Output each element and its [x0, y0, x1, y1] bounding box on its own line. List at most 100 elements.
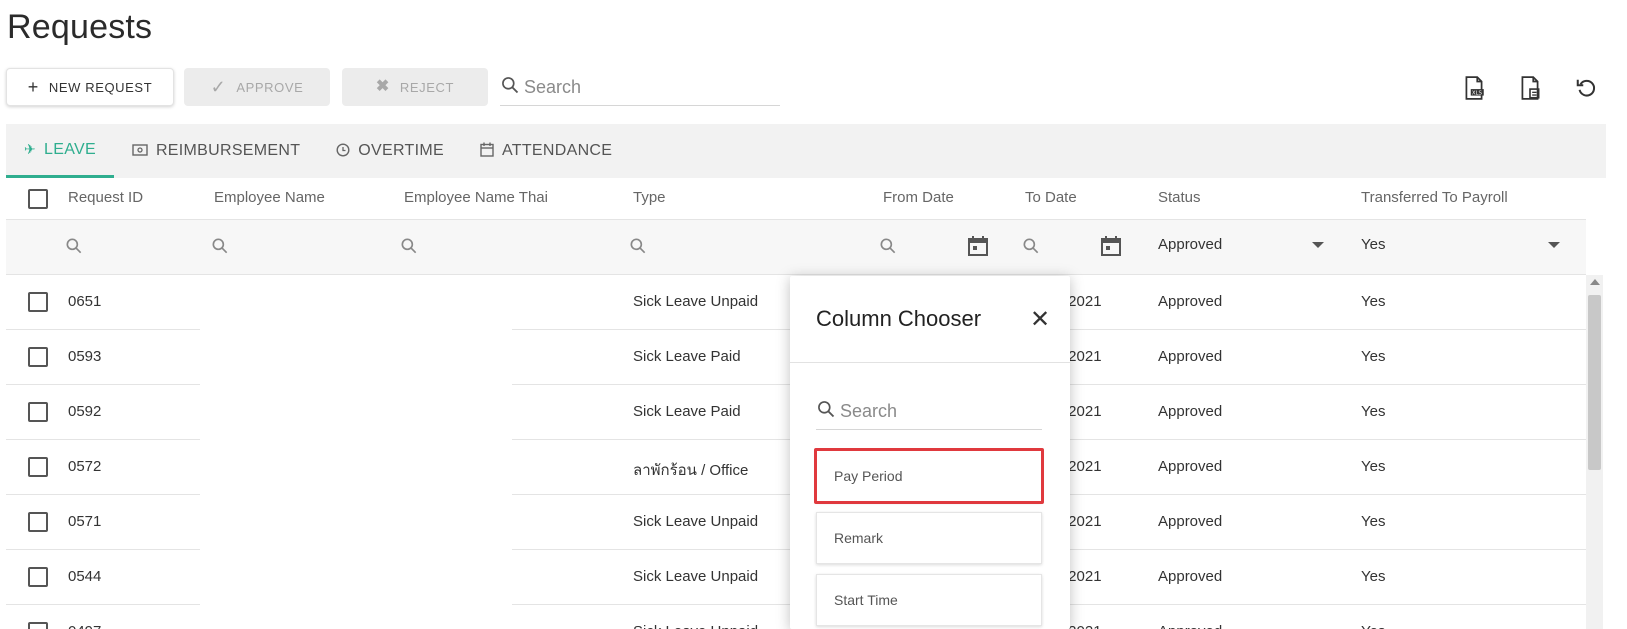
column-header-type[interactable]: Type	[633, 189, 666, 206]
cell-request-id: 0592	[68, 403, 102, 420]
cell-type: Sick Leave Unpaid	[633, 293, 759, 310]
tab-reimbursement-label: REIMBURSEMENT	[155, 142, 301, 159]
scroll-up-arrow[interactable]	[1590, 279, 1600, 285]
new-request-label: NEW REQUEST	[48, 79, 153, 95]
new-request-button[interactable]: + NEW REQUEST	[6, 68, 174, 106]
calendar-icon[interactable]	[966, 234, 990, 263]
airplane-icon: ✈	[24, 141, 37, 157]
tab-leave[interactable]: ✈ LEAVE	[6, 124, 114, 178]
x-icon: ✖	[375, 78, 390, 95]
status-filter-dropdown[interactable]: Approved	[1158, 236, 1222, 253]
row-checkbox[interactable]	[28, 512, 48, 532]
page-title: Requests	[7, 8, 153, 46]
search-icon[interactable]	[64, 236, 84, 261]
column-search-input[interactable]	[840, 401, 1030, 422]
column-header-status[interactable]: Status	[1158, 189, 1201, 206]
row-checkbox[interactable]	[28, 347, 48, 367]
calendar-icon[interactable]	[1099, 234, 1123, 263]
scroll-thumb[interactable]	[1588, 295, 1601, 470]
column-header-transferred[interactable]: Transferred To Payroll	[1361, 189, 1508, 206]
cell-request-id: 0497	[68, 623, 101, 629]
export-pdf-icon[interactable]	[1516, 74, 1544, 102]
clock-icon	[336, 142, 350, 160]
search-icon[interactable]	[628, 236, 648, 261]
column-item-remark[interactable]: Remark	[816, 512, 1042, 564]
search-box	[500, 70, 780, 106]
column-chooser-title: Column Chooser	[816, 306, 982, 331]
plus-icon: +	[27, 77, 39, 97]
cell-request-id: 0651	[68, 293, 102, 310]
column-header-employee-name-thai[interactable]: Employee Name Thai	[404, 189, 548, 206]
cell-type: Sick Leave Unpaid	[633, 513, 759, 530]
search-icon[interactable]	[1021, 236, 1041, 261]
cell-status: Approved	[1158, 403, 1223, 420]
divider	[790, 362, 1070, 363]
cell-type: Sick Leave Unpaid	[633, 568, 759, 585]
cell-type: Sick Leave Paid	[633, 348, 741, 365]
cell-type: Sick Leave Paid	[633, 403, 741, 420]
tab-leave-label: LEAVE	[44, 140, 96, 158]
cell-transferred: Yes	[1361, 403, 1386, 420]
svg-text:XLS: XLS	[1472, 91, 1483, 97]
cell-status: Approved	[1158, 623, 1222, 629]
cell-request-id: 0544	[68, 568, 102, 585]
approve-label: APPROVE	[236, 79, 304, 95]
cell-type: Sick Leave Unpaid	[633, 623, 758, 629]
search-icon[interactable]	[210, 236, 230, 261]
row-checkbox[interactable]	[28, 622, 48, 629]
cell-status: Approved	[1158, 348, 1223, 365]
reject-label: REJECT	[399, 79, 455, 95]
refresh-icon[interactable]	[1572, 74, 1600, 102]
row-checkbox[interactable]	[28, 292, 48, 312]
tab-reimbursement[interactable]: REIMBURSEMENT	[114, 124, 318, 178]
tab-bar: ✈ LEAVE REIMBURSEMENT OVERTIME ATTENDANC…	[6, 124, 1606, 178]
close-icon[interactable]: ✕	[1030, 308, 1050, 332]
cell-transferred: Yes	[1361, 348, 1386, 365]
row-checkbox[interactable]	[28, 457, 48, 477]
grid-header: Request ID Employee Name Employee Name T…	[6, 178, 1586, 220]
chevron-down-icon[interactable]	[1548, 242, 1560, 248]
column-header-to-date[interactable]: To Date	[1025, 189, 1077, 206]
row-checkbox[interactable]	[28, 402, 48, 422]
search-icon[interactable]	[878, 236, 898, 261]
tab-attendance[interactable]: ATTENDANCE	[462, 124, 630, 178]
search-icon	[500, 75, 520, 100]
select-all-checkbox[interactable]	[28, 189, 48, 209]
cell-status: Approved	[1158, 293, 1223, 310]
calendar-icon	[480, 142, 494, 160]
column-item-pay-period[interactable]: Pay Period	[816, 450, 1042, 502]
transferred-filter-dropdown[interactable]: Yes	[1361, 236, 1385, 253]
cell-status: Approved	[1158, 513, 1223, 530]
cell-transferred: Yes	[1361, 623, 1385, 629]
cell-status: Approved	[1158, 568, 1223, 585]
cell-transferred: Yes	[1361, 458, 1386, 475]
column-search-box	[816, 394, 1042, 430]
check-icon: ✓	[210, 77, 227, 97]
cell-request-id: 0571	[68, 513, 102, 530]
column-header-employee-name[interactable]: Employee Name	[214, 189, 325, 206]
cell-type: ลาพักร้อน / Office	[633, 462, 749, 479]
column-chooser-dialog: Column Chooser ✕ Pay Period Remark Start…	[790, 276, 1070, 629]
search-icon	[816, 399, 836, 424]
grid-scrollbar[interactable]	[1586, 275, 1603, 629]
tab-overtime[interactable]: OVERTIME	[318, 124, 462, 178]
search-input[interactable]	[524, 77, 764, 98]
export-xls-icon[interactable]: XLS	[1460, 74, 1488, 102]
money-icon	[132, 143, 148, 159]
tab-overtime-label: OVERTIME	[358, 142, 444, 159]
column-item-start-time[interactable]: Start Time	[816, 574, 1042, 626]
search-icon[interactable]	[399, 236, 419, 261]
cell-status: Approved	[1158, 458, 1223, 475]
approve-button[interactable]: ✓ APPROVE	[184, 68, 330, 106]
reject-button[interactable]: ✖ REJECT	[342, 68, 488, 106]
column-header-request-id[interactable]: Request ID	[68, 189, 143, 206]
cell-transferred: Yes	[1361, 513, 1386, 530]
row-checkbox[interactable]	[28, 567, 48, 587]
filter-row: Approved Yes	[6, 220, 1586, 275]
cell-transferred: Yes	[1361, 568, 1386, 585]
cell-request-id: 0572	[68, 458, 102, 475]
tab-attendance-label: ATTENDANCE	[501, 142, 613, 159]
cell-request-id: 0593	[68, 348, 102, 365]
column-header-from-date[interactable]: From Date	[883, 189, 954, 206]
chevron-down-icon[interactable]	[1312, 242, 1324, 248]
